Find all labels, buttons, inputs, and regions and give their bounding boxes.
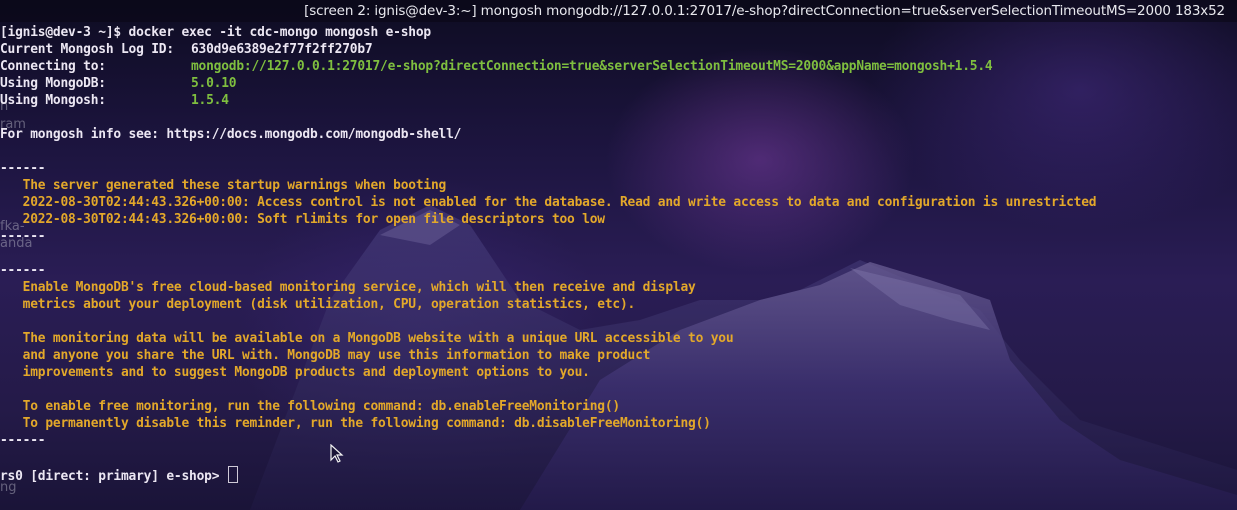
terminal-output[interactable]: [ignis@dev-3 ~]$ docker exec -it cdc-mon… bbox=[0, 24, 1237, 484]
monitoring-line: metrics about your deployment (disk util… bbox=[0, 297, 636, 312]
connecting-url: mongodb://127.0.0.1:27017/e-shop?directC… bbox=[191, 59, 993, 74]
connecting-label: Connecting to: bbox=[0, 59, 106, 74]
mongosh-version: 1.5.4 bbox=[191, 93, 229, 108]
monitoring-line: Enable MongoDB's free cloud-based monito… bbox=[0, 280, 696, 295]
mouse-pointer-icon bbox=[330, 444, 344, 463]
monitoring-line: and anyone you share the URL with. Mongo… bbox=[0, 348, 651, 363]
warning-rlimits: 2022-08-30T02:44:43.326+00:00: Soft rlim… bbox=[0, 212, 605, 227]
warnings-header: The server generated these startup warni… bbox=[0, 178, 447, 193]
separator: ------ bbox=[0, 229, 46, 244]
separator: ------ bbox=[0, 161, 46, 176]
text-cursor[interactable] bbox=[227, 466, 238, 483]
monitoring-line bbox=[0, 381, 1237, 398]
info-line: For mongosh info see: https://docs.mongo… bbox=[0, 127, 462, 142]
log-id-label: Current Mongosh Log ID: bbox=[0, 42, 174, 57]
window-titlebar: [screen 2: ignis@dev-3:~] mongosh mongod… bbox=[0, 0, 1237, 22]
command-line: [ignis@dev-3 ~]$ docker exec -it cdc-mon… bbox=[0, 25, 431, 40]
mongodb-version: 5.0.10 bbox=[191, 76, 237, 91]
shell-prompt: rs0 [direct: primary] e-shop> bbox=[0, 469, 227, 484]
monitoring-line: To enable free monitoring, run the follo… bbox=[0, 399, 621, 414]
separator: ------ bbox=[0, 433, 46, 448]
warning-access-control: 2022-08-30T02:44:43.326+00:00: Access co… bbox=[0, 195, 1097, 210]
monitoring-line: improvements and to suggest MongoDB prod… bbox=[0, 365, 590, 380]
monitoring-line bbox=[0, 313, 1237, 330]
separator: ------ bbox=[0, 263, 46, 278]
mongodb-version-label: Using MongoDB: bbox=[0, 76, 106, 91]
monitoring-line: To permanently disable this reminder, ru… bbox=[0, 416, 711, 431]
log-id-value: 630d9e6389e2f77f2ff270b7 bbox=[191, 42, 373, 57]
mongosh-version-label: Using Mongosh: bbox=[0, 93, 106, 108]
monitoring-line: The monitoring data will be available on… bbox=[0, 331, 734, 346]
window-title: [screen 2: ignis@dev-3:~] mongosh mongod… bbox=[304, 3, 1225, 19]
